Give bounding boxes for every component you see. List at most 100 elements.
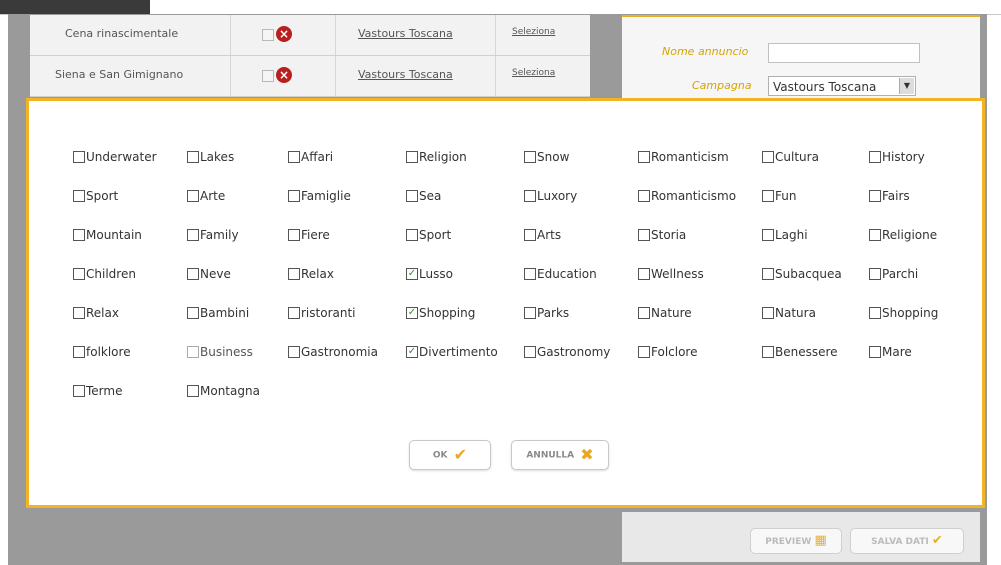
category-checkbox[interactable]: Snow (524, 149, 569, 165)
checkbox-icon[interactable] (73, 306, 85, 319)
category-checkbox[interactable]: Fiere (288, 227, 330, 243)
checkbox-icon[interactable] (524, 306, 536, 319)
category-checkbox[interactable]: ✓ Lusso (406, 266, 453, 282)
category-checkbox[interactable]: Gastronomia (288, 344, 378, 360)
checkbox-icon[interactable] (869, 267, 881, 280)
checkbox-icon[interactable] (288, 306, 300, 319)
category-checkbox[interactable]: Fun (762, 188, 796, 204)
category-checkbox[interactable]: Sport (73, 188, 118, 204)
checkbox-icon[interactable] (638, 228, 650, 241)
category-checkbox[interactable]: ✓ Shopping (406, 305, 475, 321)
category-checkbox[interactable]: ✓ Divertimento (406, 344, 498, 360)
category-checkbox[interactable]: Sea (406, 188, 441, 204)
category-checkbox[interactable]: Relax (73, 305, 119, 321)
category-checkbox[interactable]: Gastronomy (524, 344, 610, 360)
checkbox-icon[interactable] (187, 306, 199, 319)
name-input[interactable] (768, 43, 920, 63)
category-checkbox[interactable]: Education (524, 266, 597, 282)
checkbox-icon[interactable] (73, 189, 85, 202)
checkbox-icon[interactable] (187, 189, 199, 202)
checkbox-icon[interactable] (638, 189, 650, 202)
checkbox-icon[interactable] (406, 150, 418, 163)
category-checkbox[interactable]: Underwater (73, 149, 157, 165)
checkbox-icon[interactable] (73, 150, 85, 163)
checkbox-icon[interactable] (869, 228, 881, 241)
category-checkbox[interactable]: Natura (762, 305, 816, 321)
checkbox-icon[interactable] (762, 306, 774, 319)
category-checkbox[interactable]: History (869, 149, 925, 165)
checkbox-icon[interactable] (524, 228, 536, 241)
checkbox-icon[interactable] (288, 228, 300, 241)
category-checkbox[interactable]: Sport (406, 227, 451, 243)
checkbox-icon[interactable] (73, 228, 85, 241)
select-link[interactable]: Seleziona (512, 68, 555, 78)
category-checkbox[interactable]: Famiglie (288, 188, 351, 204)
category-checkbox[interactable]: Parchi (869, 266, 918, 282)
category-checkbox[interactable]: Arts (524, 227, 561, 243)
checkbox-icon[interactable] (187, 150, 199, 163)
select-link[interactable]: Seleziona (512, 27, 555, 37)
category-checkbox[interactable]: Wellness (638, 266, 704, 282)
category-checkbox[interactable]: Religione (869, 227, 937, 243)
checkbox-icon[interactable] (262, 70, 274, 82)
checkbox-icon[interactable] (524, 189, 536, 202)
checkbox-icon[interactable] (524, 150, 536, 163)
category-checkbox[interactable]: Terme (73, 383, 122, 399)
category-checkbox[interactable]: Religion (406, 149, 467, 165)
checkbox-icon[interactable] (187, 345, 199, 358)
checkbox-icon[interactable] (638, 345, 650, 358)
campaign-select[interactable]: Vastours Toscana ▼ (768, 76, 916, 96)
checkbox-icon[interactable] (762, 345, 774, 358)
category-checkbox[interactable]: Family (187, 227, 239, 243)
category-checkbox[interactable]: Bambini (187, 305, 249, 321)
checkbox-icon[interactable] (262, 29, 274, 41)
category-checkbox[interactable]: Nature (638, 305, 692, 321)
checkbox-icon[interactable] (869, 150, 881, 163)
checkbox-icon[interactable] (869, 189, 881, 202)
category-checkbox[interactable]: Benessere (762, 344, 838, 360)
category-checkbox[interactable]: Romanticismo (638, 188, 736, 204)
provider-link[interactable]: Vastours Toscana (358, 27, 453, 40)
category-checkbox[interactable]: Business (187, 344, 253, 360)
chevron-down-icon[interactable]: ▼ (899, 78, 914, 94)
category-checkbox[interactable]: Storia (638, 227, 686, 243)
checkbox-icon[interactable] (288, 189, 300, 202)
save-button[interactable]: SALVA DATI ✔ (850, 528, 964, 554)
checked-box-icon[interactable]: ✓ (406, 267, 418, 280)
delete-icon[interactable]: × (276, 67, 292, 83)
checkbox-icon[interactable] (638, 150, 650, 163)
ok-button[interactable]: OK ✔ (409, 440, 491, 470)
checkbox-icon[interactable] (762, 150, 774, 163)
cancel-button[interactable]: ANNULLA ✖ (511, 440, 609, 470)
category-checkbox[interactable]: Luxory (524, 188, 577, 204)
category-checkbox[interactable]: Romanticism (638, 149, 729, 165)
category-checkbox[interactable]: Mountain (73, 227, 142, 243)
category-checkbox[interactable]: Lakes (187, 149, 234, 165)
checkbox-icon[interactable] (869, 345, 881, 358)
category-checkbox[interactable]: Parks (524, 305, 569, 321)
checkbox-icon[interactable] (762, 267, 774, 280)
category-checkbox[interactable]: Neve (187, 266, 231, 282)
category-checkbox[interactable]: Mare (869, 344, 912, 360)
checkbox-icon[interactable] (406, 189, 418, 202)
category-checkbox[interactable]: Montagna (187, 383, 260, 399)
category-checkbox[interactable]: Shopping (869, 305, 938, 321)
checkbox-icon[interactable] (869, 306, 881, 319)
checkbox-icon[interactable] (406, 228, 418, 241)
checkbox-icon[interactable] (187, 384, 199, 397)
checkbox-icon[interactable] (73, 384, 85, 397)
category-checkbox[interactable]: Affari (288, 149, 333, 165)
checkbox-icon[interactable] (762, 189, 774, 202)
checkbox-icon[interactable] (524, 345, 536, 358)
category-checkbox[interactable]: Cultura (762, 149, 819, 165)
checked-box-icon[interactable]: ✓ (406, 306, 418, 319)
checkbox-icon[interactable] (762, 228, 774, 241)
checkbox-icon[interactable] (638, 267, 650, 280)
checkbox-icon[interactable] (187, 267, 199, 280)
checkbox-icon[interactable] (524, 267, 536, 280)
checkbox-icon[interactable] (288, 345, 300, 358)
category-checkbox[interactable]: Subacquea (762, 266, 842, 282)
checkbox-icon[interactable] (638, 306, 650, 319)
category-checkbox[interactable]: Arte (187, 188, 225, 204)
category-checkbox[interactable]: Children (73, 266, 136, 282)
